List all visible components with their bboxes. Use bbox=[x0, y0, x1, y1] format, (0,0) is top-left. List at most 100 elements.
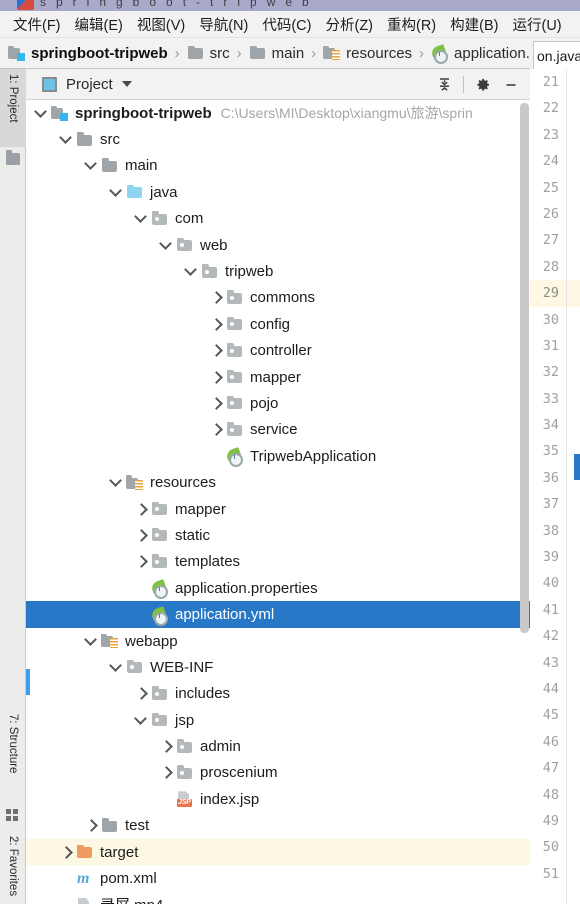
tree-row[interactable]: m pom.xml bbox=[26, 865, 530, 891]
editor-scrollbar[interactable] bbox=[574, 454, 580, 480]
editor-area: on.java 21 22 23 24 25 26 27 28 29 30 31 32 33 34 35 36… bbox=[530, 38, 580, 904]
tree-row[interactable]: proscenium bbox=[26, 760, 530, 786]
tree-row[interactable]: commons bbox=[26, 285, 530, 311]
tree-row[interactable]: static bbox=[26, 522, 530, 548]
sidebar-tab-favorites[interactable]: 2: Favorites bbox=[0, 831, 26, 904]
tree-row[interactable]: includes bbox=[26, 681, 530, 707]
project-panel-actions bbox=[431, 69, 524, 100]
folder-icon bbox=[187, 45, 205, 61]
tree-row[interactable]: templates bbox=[26, 549, 530, 575]
chevron-down-icon[interactable] bbox=[59, 132, 74, 147]
chevron-down-icon[interactable] bbox=[184, 264, 199, 279]
tree-row[interactable]: TripwebApplication bbox=[26, 443, 530, 469]
tree-row[interactable]: java bbox=[26, 179, 530, 205]
tree-row[interactable]: application.properties bbox=[26, 575, 530, 601]
line-number: 30 bbox=[542, 311, 559, 328]
line-number: 34 bbox=[542, 417, 559, 434]
chevron-right-icon[interactable] bbox=[209, 317, 224, 332]
line-number: 23 bbox=[542, 126, 559, 143]
tree-row[interactable]: config bbox=[26, 311, 530, 337]
maven-icon: m bbox=[77, 869, 90, 887]
chevron-right-icon[interactable] bbox=[159, 765, 174, 780]
breadcrumb-item-3[interactable]: resources bbox=[323, 45, 412, 62]
spring-boot-icon bbox=[225, 447, 244, 468]
chevron-right-icon[interactable] bbox=[209, 422, 224, 437]
menu-item-1[interactable]: 编辑(E) bbox=[68, 12, 130, 37]
menu-item-5[interactable]: 分析(Z) bbox=[318, 12, 380, 37]
tree-row-label: controller bbox=[250, 342, 312, 360]
tree-row[interactable]: mapper bbox=[26, 364, 530, 390]
chevron-down-icon[interactable] bbox=[134, 713, 149, 728]
chevron-right-icon[interactable] bbox=[159, 739, 174, 754]
chevron-right-icon[interactable] bbox=[134, 686, 149, 701]
menu-item-2[interactable]: 视图(V) bbox=[130, 12, 192, 37]
menu-item-0[interactable]: 文件(F) bbox=[6, 12, 68, 37]
menu-item-8[interactable]: 运行(U) bbox=[505, 12, 568, 37]
tree-row-label: mapper bbox=[250, 368, 301, 386]
tree-row[interactable]: tripweb bbox=[26, 258, 530, 284]
chevron-down-icon[interactable] bbox=[84, 634, 99, 649]
breadcrumb-item-0[interactable]: springboot-tripweb bbox=[8, 45, 168, 62]
tree-row[interactable]: admin bbox=[26, 733, 530, 759]
collapse-all-button[interactable] bbox=[431, 72, 457, 98]
chevron-right-icon[interactable] bbox=[59, 845, 74, 860]
tree-row[interactable]: com bbox=[26, 206, 530, 232]
chevron-down-icon[interactable] bbox=[159, 238, 174, 253]
chevron-right-icon[interactable] bbox=[209, 290, 224, 305]
tree-row[interactable]: test bbox=[26, 813, 530, 839]
tool-window-strip: 1: Project 7: Structure 2: Favorites ★ bbox=[0, 69, 26, 904]
tree-row[interactable]: 录屏.mp4 bbox=[26, 892, 530, 904]
chevron-right-icon[interactable] bbox=[209, 396, 224, 411]
chevron-right-icon[interactable] bbox=[209, 343, 224, 358]
tree-row[interactable]: webapp bbox=[26, 628, 530, 654]
chevron-down-icon[interactable] bbox=[121, 81, 132, 87]
tree-row[interactable]: main bbox=[26, 153, 530, 179]
line-number: 25 bbox=[542, 179, 559, 196]
chevron-right-icon[interactable] bbox=[134, 554, 149, 569]
chevron-right-icon[interactable] bbox=[84, 818, 99, 833]
tree-row[interactable]: jsp bbox=[26, 707, 530, 733]
hide-panel-button[interactable] bbox=[498, 72, 524, 98]
package-icon bbox=[226, 316, 244, 332]
chevron-down-icon[interactable] bbox=[109, 660, 124, 675]
breadcrumb-separator: › bbox=[174, 44, 180, 62]
sidebar-tab-structure[interactable]: 7: Structure bbox=[0, 709, 26, 805]
tree-row-label: application.yml bbox=[175, 606, 275, 624]
idea-window: springboot-tripweb 文件(F) 编辑(E) 视图(V) 导航(N) 代… bbox=[0, 0, 580, 904]
chevron-down-icon[interactable] bbox=[84, 158, 99, 173]
tree-row[interactable]: mapper bbox=[26, 496, 530, 522]
menu-item-3[interactable]: 导航(N) bbox=[192, 12, 255, 37]
tree-row[interactable]: src bbox=[26, 126, 530, 152]
sidebar-tab-project[interactable]: 1: Project bbox=[0, 69, 26, 147]
tree-row[interactable]: service bbox=[26, 417, 530, 443]
package-icon bbox=[176, 237, 194, 253]
menu-item-4[interactable]: 代码(C) bbox=[255, 12, 318, 37]
menu-item-7[interactable]: 构建(B) bbox=[443, 12, 505, 37]
chevron-down-icon[interactable] bbox=[134, 211, 149, 226]
tree-row[interactable]: resources bbox=[26, 469, 530, 495]
project-tree-scrollbar[interactable] bbox=[520, 103, 529, 633]
chevron-down-icon[interactable] bbox=[109, 185, 124, 200]
settings-button[interactable] bbox=[470, 72, 496, 98]
tree-row[interactable]: WEB-INF bbox=[26, 654, 530, 680]
tree-row[interactable]: pojo bbox=[26, 390, 530, 416]
tree-row[interactable]: springboot-tripweb C:\Users\MI\Desktop\xi… bbox=[26, 100, 530, 126]
tree-row[interactable]: web bbox=[26, 232, 530, 258]
breadcrumb-item-2[interactable]: main bbox=[249, 45, 304, 62]
chevron-right-icon[interactable] bbox=[134, 528, 149, 543]
chevron-down-icon[interactable] bbox=[34, 106, 49, 121]
project-tree[interactable]: springboot-tripweb C:\Users\MI\Desktop\xi… bbox=[26, 100, 530, 904]
editor-tab[interactable]: on.java bbox=[533, 41, 580, 69]
chevron-right-icon[interactable] bbox=[209, 370, 224, 385]
folder-icon bbox=[76, 132, 94, 148]
menu-item-6[interactable]: 重构(R) bbox=[380, 12, 443, 37]
chevron-down-icon[interactable] bbox=[109, 475, 124, 490]
tree-row[interactable]: application.yml bbox=[26, 601, 530, 628]
tree-row[interactable]: target bbox=[26, 838, 530, 866]
chevron-right-icon[interactable] bbox=[134, 502, 149, 517]
project-folder-icon bbox=[8, 45, 26, 61]
tree-row[interactable]: JSP index.jsp bbox=[26, 786, 530, 812]
source-root-icon bbox=[126, 184, 144, 200]
breadcrumb-item-1[interactable]: src bbox=[187, 45, 230, 62]
tree-row[interactable]: controller bbox=[26, 338, 530, 364]
